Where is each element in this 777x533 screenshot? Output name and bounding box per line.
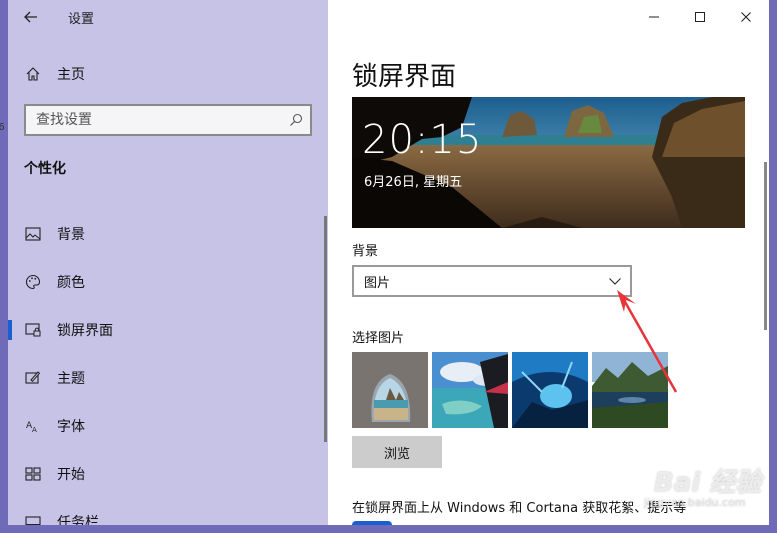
close-button[interactable] (723, 0, 769, 34)
sidebar-item-themes[interactable]: 主题 (8, 354, 328, 402)
sidebar-item-taskbar[interactable]: 任务栏 (8, 498, 328, 525)
sidebar-item-label: 开始 (57, 467, 85, 483)
sidebar-item-label: 颜色 (57, 275, 85, 291)
maximize-icon (695, 12, 705, 22)
search-input[interactable] (26, 112, 282, 128)
sidebar-item-fonts[interactable]: AA 字体 (8, 402, 328, 450)
chevron-down-icon (608, 276, 622, 286)
thumbnail-coast[interactable] (432, 352, 508, 428)
back-button[interactable] (8, 0, 54, 34)
sidebar-item-background[interactable]: 背景 (8, 210, 328, 258)
thumbnail-arch[interactable] (352, 352, 428, 428)
watermark-url: jingyan.baidu.com (644, 496, 746, 509)
sidebar-scrollbar[interactable] (324, 216, 327, 442)
browse-button[interactable]: 浏览 (352, 436, 442, 468)
sidebar-item-label: 字体 (57, 419, 85, 435)
start-icon (23, 464, 43, 484)
thumbnail-mountain-lake[interactable] (592, 352, 668, 428)
minimize-button[interactable] (631, 0, 677, 34)
sidebar: 设置 主页 个性化 背景 (8, 0, 328, 525)
dropdown-value: 图片 (364, 275, 391, 291)
maximize-button[interactable] (677, 0, 723, 34)
close-icon (741, 12, 751, 22)
choose-picture-label: 选择图片 (352, 331, 405, 346)
sidebar-item-start[interactable]: 开始 (8, 450, 328, 498)
settings-window: 设置 主页 个性化 背景 (8, 0, 769, 525)
font-icon: AA (23, 416, 43, 436)
taskbar-icon (23, 512, 43, 525)
watermark-text: Bai 经验 (654, 468, 762, 498)
sidebar-item-label: 背景 (57, 227, 85, 243)
minimize-icon (649, 16, 659, 18)
app-title: 设置 (68, 11, 95, 27)
theme-icon (23, 368, 43, 388)
picture-thumbnails (352, 352, 672, 428)
picture-icon (23, 224, 43, 244)
background-label: 背景 (352, 244, 379, 259)
sidebar-item-colors[interactable]: 颜色 (8, 258, 328, 306)
sidebar-item-label: 任务栏 (57, 515, 99, 525)
back-arrow-icon (24, 11, 37, 23)
window-controls (631, 0, 769, 34)
search-icon[interactable] (282, 113, 310, 127)
thumbnail-ice-cave[interactable] (512, 352, 588, 428)
content-scrollbar[interactable] (764, 162, 767, 330)
preview-date: 6月26日, 星期五 (364, 175, 463, 190)
sidebar-nav: 背景 颜色 锁屏界面 主题 A A 字体 开始 任务栏 (8, 210, 328, 525)
lock-screen-icon (23, 320, 43, 340)
home-icon (23, 64, 43, 84)
sidebar-item-label: 锁屏界面 (57, 323, 113, 339)
section-title: 个性化 (24, 161, 66, 177)
lock-screen-preview: 20:15 6月26日, 星期五 (352, 97, 745, 228)
sidebar-item-label: 主题 (57, 371, 85, 387)
palette-icon (23, 272, 43, 292)
search-box (24, 104, 312, 136)
page-title: 锁屏界面 (352, 62, 457, 92)
preview-time: 20:15 (362, 117, 483, 163)
home-label: 主页 (57, 67, 85, 83)
sidebar-titlebar: 设置 (8, 0, 328, 34)
cortana-tips-toggle[interactable] (352, 521, 392, 525)
background-edge-text: 36 (0, 122, 5, 133)
sidebar-item-lock-screen[interactable]: 锁屏界面 (8, 306, 328, 354)
svg-text:A: A (32, 426, 37, 434)
paw-logo-icon (621, 456, 647, 483)
sidebar-item-home[interactable]: 主页 (8, 58, 328, 90)
baidu-watermark: Bai 经验 jingyan.baidu.com (616, 438, 769, 518)
background-type-dropdown[interactable]: 图片 (352, 265, 632, 297)
